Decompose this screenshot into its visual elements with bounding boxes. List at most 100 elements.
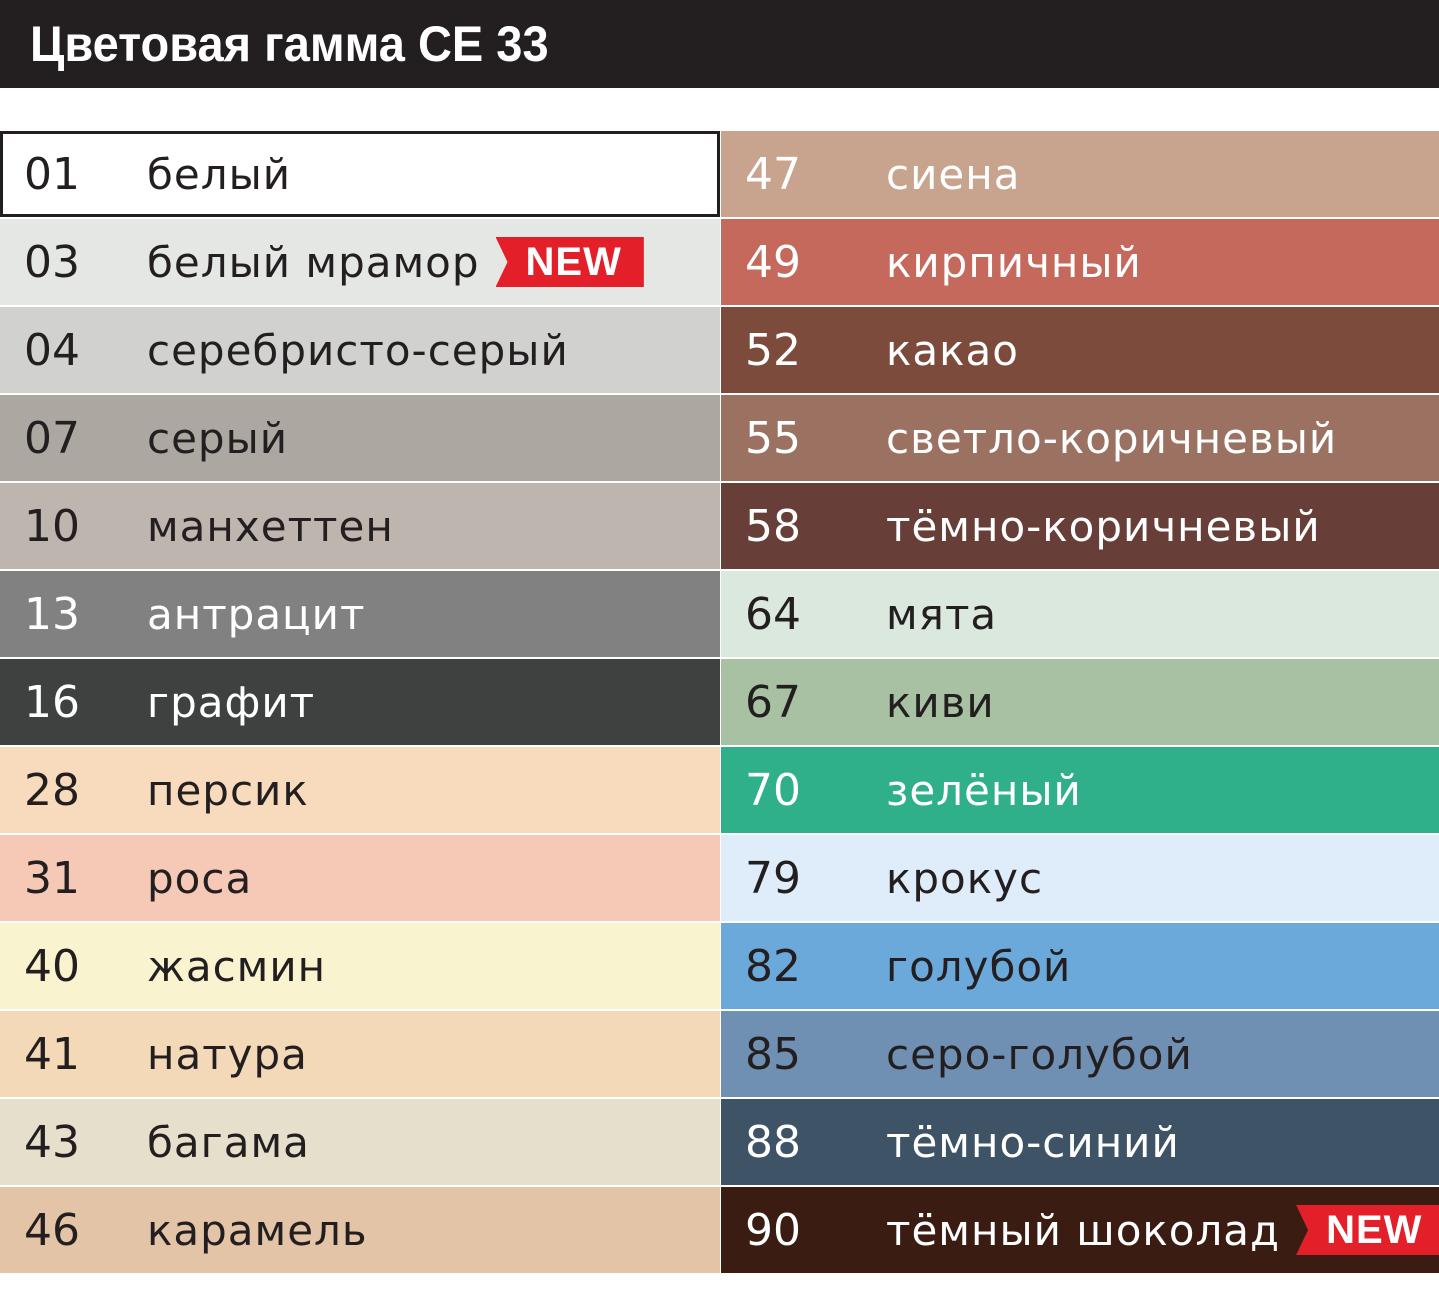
color-name: светло-коричневый [886,395,1337,481]
color-code: 03 [24,236,80,288]
color-swatch-row: 70 зелёный [721,747,1439,833]
color-swatch-row: 49 кирпичный [721,219,1439,305]
color-code: 85 [745,1028,801,1080]
color-code: 10 [24,500,80,552]
color-swatch-row: 10 манхеттен [0,483,720,569]
color-name: карамель [147,1187,368,1273]
color-name-label: голубой [886,941,1072,991]
color-name: манхеттен [147,483,394,569]
color-name: сиена [886,131,1020,217]
color-code: 90 [745,1204,801,1256]
color-name-label: крокус [886,853,1044,903]
color-swatch-row: 41 натура [0,1011,720,1097]
color-name-label: графит [147,677,316,727]
color-code: 49 [745,236,801,288]
color-name: багама [147,1099,310,1185]
color-name: тёмно-синий [886,1099,1180,1185]
color-name: жасмин [147,923,326,1009]
color-name: роса [147,835,252,921]
color-name-label: серо-голубой [886,1029,1193,1079]
color-name: серый [147,395,288,481]
color-swatch-row: 31 роса [0,835,720,921]
color-swatch-row: 46 карамель [0,1187,720,1273]
color-code: 67 [745,676,801,728]
color-name-label: тёмно-коричневый [886,501,1321,551]
color-name-label: персик [147,765,309,815]
color-name-label: манхеттен [147,501,394,551]
color-name: мята [886,571,997,657]
color-code: 52 [745,324,801,376]
color-name-label: мята [886,589,998,639]
page-header: Цветовая гамма CE 33 [0,0,1439,88]
color-name-label: тёмный шоколад [886,1205,1281,1255]
color-swatch-row: 03 белый мрамор NEW [0,219,720,305]
color-swatch-row: 43 багама [0,1099,720,1185]
color-name-label: натура [147,1029,308,1079]
color-name: белый мрамор NEW [147,219,644,305]
color-name-label: белый мрамор [147,237,480,287]
color-name: зелёный [886,747,1082,833]
color-name-label: кирпичный [886,237,1142,287]
color-code: 79 [745,852,801,904]
color-code: 47 [745,148,801,200]
color-name-label: роса [147,853,253,903]
color-name-label: сиена [886,149,1021,199]
color-code: 16 [24,676,80,728]
color-swatch-row: 55 светло-коричневый [721,395,1439,481]
color-name-label: какао [886,325,1019,375]
color-swatch-row: 13 антрацит [0,571,720,657]
color-name: кирпичный [886,219,1142,305]
color-name: графит [147,659,315,745]
color-name-label: тёмно-синий [886,1117,1180,1167]
color-code: 70 [745,764,801,816]
color-name: антрацит [147,571,365,657]
color-swatch-row: 07 серый [0,395,720,481]
color-code: 13 [24,588,80,640]
color-code: 31 [24,852,80,904]
new-badge: NEW [495,237,644,287]
color-swatch-row: 47 сиена [721,131,1439,217]
color-name: белый [147,134,291,214]
color-swatch-row: 16 графит [0,659,720,745]
color-name-label: багама [147,1117,310,1167]
color-name-label: серебристо-серый [147,325,569,375]
color-name: голубой [886,923,1071,1009]
color-name: серо-голубой [886,1011,1193,1097]
color-name-label: светло-коричневый [886,413,1338,463]
color-name-label: зелёный [886,765,1082,815]
new-badge: NEW [1296,1205,1439,1255]
color-swatch-row: 40 жасмин [0,923,720,1009]
color-swatch-row: 58 тёмно-коричневый [721,483,1439,569]
color-name-label: жасмин [147,941,327,991]
page-title: Цветовая гамма CE 33 [30,16,549,72]
left-color-column: 01 белый 03 белый мрамор NEW 04 серебристо-сер… [0,131,720,1275]
color-swatch-row: 82 голубой [721,923,1439,1009]
color-name-label: киви [886,677,995,727]
color-code: 07 [24,412,80,464]
color-swatch-row: 52 какао [721,307,1439,393]
color-name-label: карамель [147,1205,368,1255]
color-name: крокус [886,835,1043,921]
color-swatch-row: 88 тёмно-синий [721,1099,1439,1185]
color-code: 58 [745,500,801,552]
color-code: 04 [24,324,80,376]
color-swatch-row: 85 серо-голубой [721,1011,1439,1097]
color-code: 82 [745,940,801,992]
color-swatch-row: 90 тёмный шоколад NEW [721,1187,1439,1273]
color-name-label: серый [147,413,289,463]
color-code: 46 [24,1204,80,1256]
color-name-label: антрацит [147,589,366,639]
color-code: 43 [24,1116,80,1168]
color-code: 01 [24,148,80,200]
right-color-column: 47 сиена 49 кирпичный 52 какао 55 светло-коричн… [721,131,1439,1275]
color-code: 28 [24,764,80,816]
color-name: натура [147,1011,308,1097]
color-code: 40 [24,940,80,992]
color-swatch-row: 28 персик [0,747,720,833]
color-swatch-row: 64 мята [721,571,1439,657]
color-name: персик [147,747,309,833]
color-code: 88 [745,1116,801,1168]
color-name: тёмный шоколад NEW [886,1187,1439,1273]
color-name-label: белый [147,149,292,199]
color-swatch-row: 01 белый [0,131,720,217]
